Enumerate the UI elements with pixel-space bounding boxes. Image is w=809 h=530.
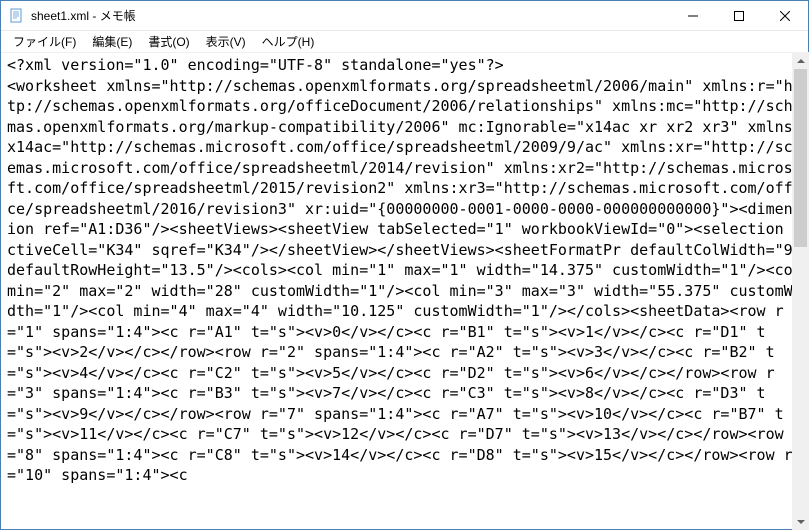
editor-area: <?xml version="1.0" encoding="UTF-8" sta… xyxy=(1,53,808,529)
menu-format[interactable]: 書式(O) xyxy=(140,31,197,52)
scroll-down-arrow-icon[interactable] xyxy=(792,513,809,530)
maximize-button[interactable] xyxy=(716,1,762,30)
close-button[interactable] xyxy=(762,1,808,30)
scrollbar-track[interactable] xyxy=(792,69,809,513)
minimize-button[interactable] xyxy=(670,1,716,30)
vertical-scrollbar[interactable] xyxy=(792,52,809,530)
window-title: sheet1.xml - メモ帳 xyxy=(31,7,670,24)
notepad-icon xyxy=(9,8,25,24)
window-controls xyxy=(670,1,808,30)
titlebar: sheet1.xml - メモ帳 xyxy=(1,1,808,31)
menu-help[interactable]: ヘルプ(H) xyxy=(254,31,323,52)
menu-view[interactable]: 表示(V) xyxy=(198,31,254,52)
scroll-up-arrow-icon[interactable] xyxy=(792,52,809,69)
menu-edit[interactable]: 編集(E) xyxy=(84,31,140,52)
menubar: ファイル(F) 編集(E) 書式(O) 表示(V) ヘルプ(H) xyxy=(1,31,808,53)
scrollbar-thumb[interactable] xyxy=(794,69,807,247)
menu-file[interactable]: ファイル(F) xyxy=(5,31,84,52)
text-content[interactable]: <?xml version="1.0" encoding="UTF-8" sta… xyxy=(1,53,808,488)
